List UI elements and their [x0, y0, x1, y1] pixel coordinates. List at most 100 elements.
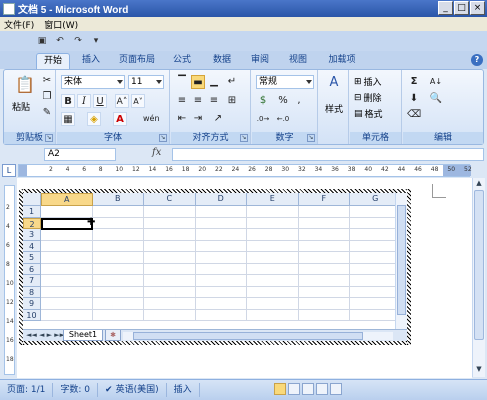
borders-icon[interactable]: ▦: [61, 112, 75, 126]
delete-cells-button[interactable]: ⊟ 删除: [354, 91, 382, 105]
cell-f5[interactable]: [298, 252, 350, 264]
cell-b2[interactable]: [92, 217, 144, 229]
redo-icon[interactable]: ↷: [72, 35, 84, 47]
horizontal-ruler[interactable]: 2 4 6 8 10 12 14 16 18 20 22 24 26 28 30 32 34 36 38 40 42 44…: [18, 164, 472, 177]
cell-c5[interactable]: [144, 252, 196, 264]
decrease-indent-icon[interactable]: ⇤: [175, 112, 189, 126]
row-header-6[interactable]: 6: [23, 263, 41, 275]
autosum-button[interactable]: Σ: [407, 75, 421, 89]
cell-f4[interactable]: [298, 240, 350, 252]
tab-home[interactable]: 开始: [36, 53, 70, 69]
orientation-icon[interactable]: ↗: [211, 112, 225, 126]
status-language-wrap[interactable]: ✔ 英语(美国): [98, 383, 167, 397]
comma-button[interactable]: ,: [292, 94, 306, 108]
cell-b7[interactable]: [92, 275, 144, 287]
paste-icon[interactable]: 📋: [14, 74, 36, 96]
tab-review[interactable]: 审阅: [244, 53, 276, 69]
currency-icon[interactable]: $: [256, 94, 270, 108]
active-cell-outline[interactable]: [41, 217, 93, 230]
cell-f10[interactable]: [298, 309, 350, 321]
select-all-corner[interactable]: [23, 193, 41, 206]
cell-d10[interactable]: [195, 309, 247, 321]
status-mode[interactable]: 插入: [167, 383, 200, 397]
tab-formulas[interactable]: 公式: [166, 53, 198, 69]
row-header-3[interactable]: 3: [23, 229, 41, 241]
fill-icon[interactable]: ⬇: [407, 92, 421, 106]
copy-icon[interactable]: ❐: [40, 90, 54, 104]
cell-g4[interactable]: [350, 240, 402, 252]
cell-d9[interactable]: [195, 298, 247, 310]
cell-f8[interactable]: [298, 286, 350, 298]
cell-a5[interactable]: [41, 252, 93, 264]
format-painter-icon[interactable]: ✎: [40, 106, 54, 120]
vertical-ruler[interactable]: 2 4 6 8 10 12 14 16 18: [4, 185, 15, 375]
cell-d8[interactable]: [195, 286, 247, 298]
increase-indent-icon[interactable]: ⇥: [191, 112, 205, 126]
worksheet-hscroll-thumb[interactable]: [133, 332, 363, 340]
outline-view-icon[interactable]: [316, 383, 328, 395]
customize-qat-icon[interactable]: ▾: [90, 35, 102, 47]
cell-a1[interactable]: [41, 206, 93, 218]
draft-view-icon[interactable]: [330, 383, 342, 395]
row-header-2[interactable]: 2: [23, 217, 41, 229]
insert-sheet-icon[interactable]: ✱: [105, 330, 121, 341]
cell-d3[interactable]: [195, 229, 247, 241]
cell-g6[interactable]: [350, 263, 402, 275]
grow-font-icon[interactable]: A˄: [115, 94, 129, 108]
column-header-g[interactable]: G: [350, 193, 402, 206]
worksheet-hscroll[interactable]: [123, 332, 393, 340]
cut-icon[interactable]: ✂: [40, 74, 54, 88]
align-center-icon[interactable]: ≡: [191, 94, 205, 108]
cell-g2[interactable]: [350, 217, 402, 229]
cell-e9[interactable]: [247, 298, 299, 310]
cell-b6[interactable]: [92, 263, 144, 275]
cell-b3[interactable]: [92, 229, 144, 241]
number-launcher-icon[interactable]: ↘: [307, 134, 315, 142]
row-header-7[interactable]: 7: [23, 275, 41, 287]
cell-c9[interactable]: [144, 298, 196, 310]
worksheet-vscroll-thumb[interactable]: [397, 205, 406, 315]
cell-d4[interactable]: [195, 240, 247, 252]
name-box[interactable]: A2: [44, 148, 116, 161]
cell-b10[interactable]: [92, 309, 144, 321]
row-header-10[interactable]: 10: [23, 309, 41, 321]
cell-d7[interactable]: [195, 275, 247, 287]
tab-data[interactable]: 数据: [206, 53, 238, 69]
cell-a8[interactable]: [41, 286, 93, 298]
column-header-e[interactable]: E: [247, 193, 299, 206]
insert-function-icon[interactable]: fx: [152, 147, 161, 158]
close-button[interactable]: ×: [470, 1, 485, 15]
row-header-4[interactable]: 4: [23, 240, 41, 252]
cell-e8[interactable]: [247, 286, 299, 298]
word-app-icon[interactable]: [3, 2, 15, 15]
cell-b5[interactable]: [92, 252, 144, 264]
cell-f7[interactable]: [298, 275, 350, 287]
align-right-icon[interactable]: ≡: [207, 94, 221, 108]
document-scroll-thumb[interactable]: [474, 190, 484, 340]
insert-cells-button[interactable]: ⊞ 插入: [354, 75, 382, 89]
column-header-b[interactable]: B: [92, 193, 144, 206]
cell-c8[interactable]: [144, 286, 196, 298]
cell-a7[interactable]: [41, 275, 93, 287]
tab-insert[interactable]: 插入: [75, 53, 107, 69]
increase-decimal-icon[interactable]: .0→: [256, 112, 270, 126]
cell-c7[interactable]: [144, 275, 196, 287]
cell-e1[interactable]: [247, 206, 299, 218]
number-format-combo[interactable]: 常规: [256, 75, 314, 89]
cell-e2[interactable]: [247, 217, 299, 229]
align-bottom-icon[interactable]: ▁: [207, 75, 221, 89]
percent-button[interactable]: %: [276, 94, 290, 108]
merge-center-icon[interactable]: ⊞: [225, 94, 239, 108]
worksheet-grid[interactable]: A B C D E F G 1 2 3 4 5 6 7 8 9 10 ✚ ◄◄ ◄ ► ►► Sheet1 ✱: [23, 193, 407, 341]
help-icon[interactable]: ?: [471, 54, 483, 66]
italic-button[interactable]: I: [77, 94, 91, 108]
menu-file[interactable]: 文件(F): [4, 18, 34, 31]
cell-c2[interactable]: [144, 217, 196, 229]
cell-e6[interactable]: [247, 263, 299, 275]
cell-g10[interactable]: [350, 309, 402, 321]
cell-e4[interactable]: [247, 240, 299, 252]
cell-d1[interactable]: [195, 206, 247, 218]
cell-c4[interactable]: [144, 240, 196, 252]
row-header-1[interactable]: 1: [23, 206, 41, 218]
styles-icon[interactable]: A: [325, 76, 343, 94]
